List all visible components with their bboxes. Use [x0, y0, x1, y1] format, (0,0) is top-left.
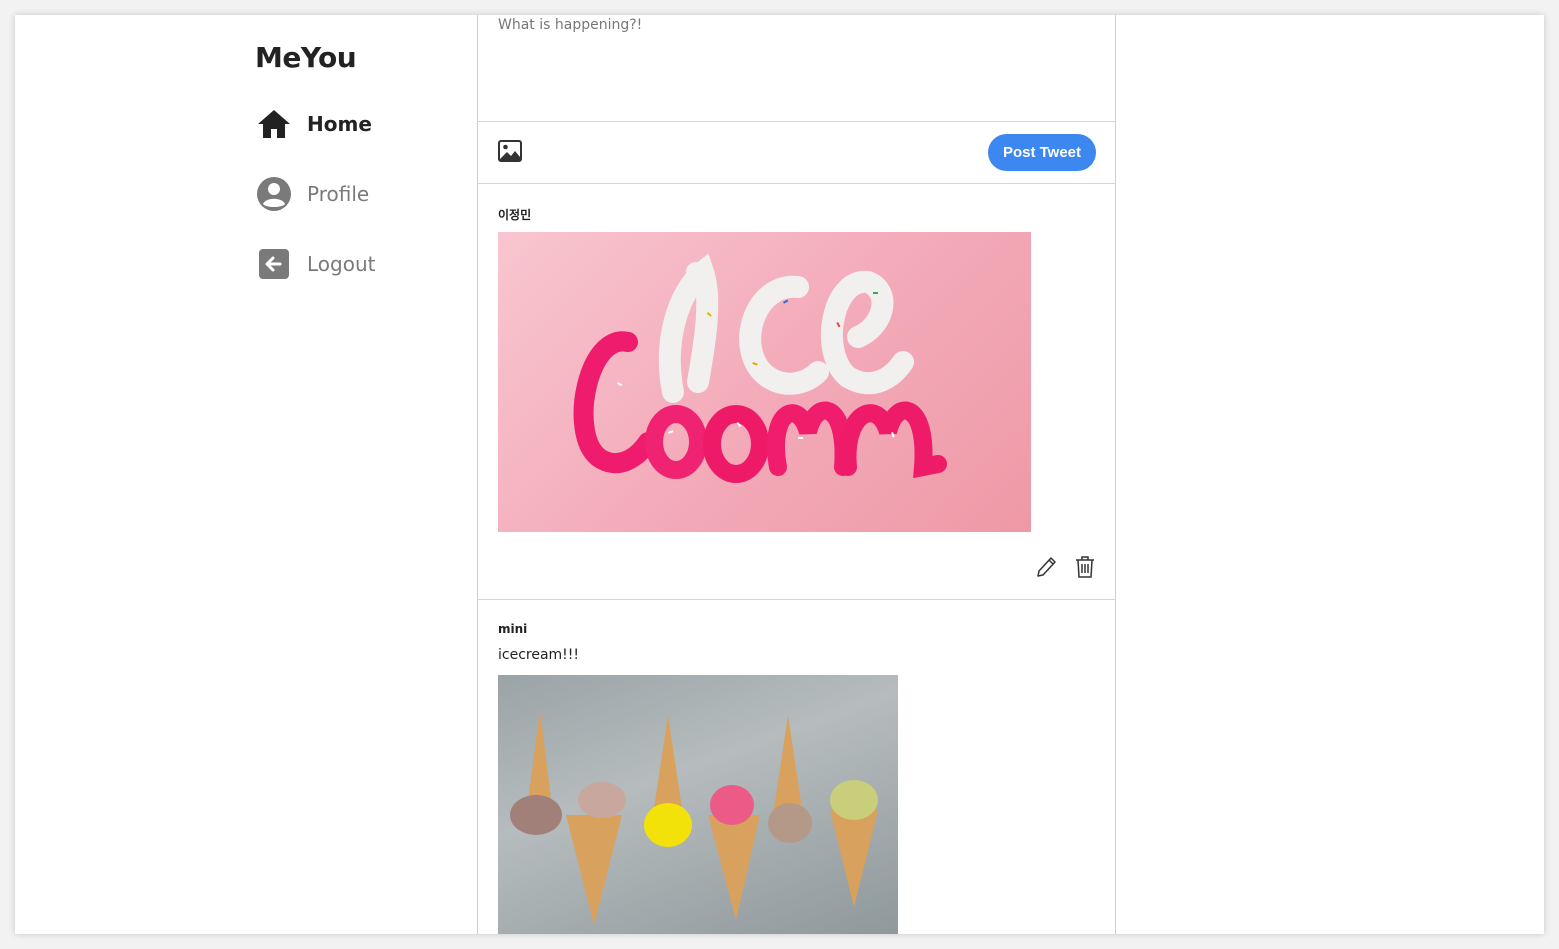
- user-circle-icon: [255, 175, 293, 213]
- tweet-author: 이정민: [498, 208, 532, 222]
- tweet-compose-input[interactable]: [498, 17, 1096, 117]
- tweet-text: icecream!!!: [498, 647, 580, 663]
- edit-icon[interactable]: [1035, 555, 1057, 579]
- tweet-image: [498, 675, 898, 934]
- sidebar-item-label: Profile: [307, 182, 370, 206]
- tweet-image: [498, 232, 1031, 532]
- logout-icon: [255, 245, 293, 283]
- app-window: MeYou Home Profile Logout What is happen…: [15, 15, 1544, 934]
- sidebar-item-profile[interactable]: Profile: [255, 174, 455, 214]
- home-icon: [255, 105, 293, 143]
- tweet-author: mini: [498, 622, 528, 636]
- sidebar-item-logout[interactable]: Logout: [255, 244, 455, 284]
- timeline: Post Tweet 이정민: [477, 15, 1116, 934]
- sidebar-item-home[interactable]: Home: [255, 104, 455, 144]
- image-icon[interactable]: [498, 140, 522, 162]
- divider: [478, 121, 1115, 122]
- divider: [478, 599, 1115, 600]
- sidebar-item-label: Logout: [307, 252, 376, 276]
- sidebar: MeYou Home Profile Logout: [255, 15, 475, 934]
- brand-logo: MeYou: [255, 41, 357, 74]
- divider: [478, 183, 1115, 184]
- post-tweet-button[interactable]: Post Tweet: [988, 134, 1096, 171]
- sidebar-item-label: Home: [307, 112, 372, 136]
- trash-icon[interactable]: [1074, 555, 1096, 579]
